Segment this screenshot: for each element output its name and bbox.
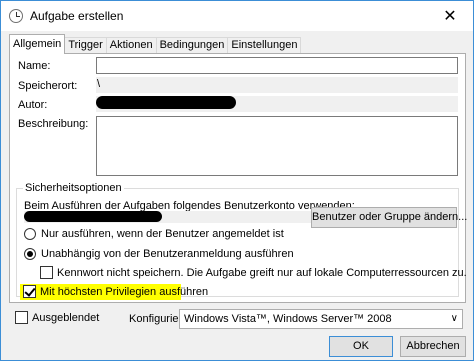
ok-button[interactable]: OK — [329, 336, 393, 357]
hidden-label: Ausgeblendet — [32, 312, 100, 324]
hidden-checkbox[interactable] — [15, 311, 28, 324]
account-redaction — [24, 211, 162, 222]
name-label: Name: — [18, 60, 51, 72]
close-icon: ✕ — [443, 8, 457, 25]
task-dialog: Aufgabe erstellen ✕ Allgemein Trigger Ak… — [0, 0, 474, 361]
no-store-password-label: Kennwort nicht speichern. Die Aufgabe gr… — [57, 267, 467, 279]
description-textarea[interactable] — [96, 116, 458, 176]
cancel-button[interactable]: Abbrechen — [400, 336, 466, 357]
configure-select-value: Windows Vista™, Windows Server™ 2008 — [184, 313, 392, 325]
chevron-down-icon: ∨ — [450, 313, 458, 324]
configure-select[interactable]: Windows Vista™, Windows Server™ 2008 ∨ — [179, 309, 463, 329]
radio-whether-logged-on[interactable] — [24, 248, 36, 260]
tab-trigger[interactable]: Trigger — [64, 37, 107, 54]
security-options-legend: Sicherheitsoptionen — [25, 182, 122, 194]
tab-strip: Allgemein Trigger Aktionen Bedingungen E… — [9, 34, 302, 54]
location-value: \ — [97, 78, 101, 90]
radio-logged-on[interactable] — [24, 228, 36, 240]
location-label: Speicherort: — [18, 80, 78, 92]
change-user-button[interactable]: Benutzer oder Gruppe ändern... — [311, 207, 467, 228]
no-store-password-checkbox[interactable] — [40, 266, 53, 279]
title-bar: Aufgabe erstellen ✕ — [1, 1, 473, 31]
tab-settings[interactable]: Einstellungen — [227, 37, 302, 54]
general-panel: Name: Speicherort: \ Autor: Beschreibung… — [9, 53, 467, 303]
radio-logged-on-label: Nur ausführen, wenn der Benutzer angemel… — [41, 228, 284, 240]
account-field — [24, 211, 311, 223]
clock-icon — [9, 9, 23, 23]
tab-actions[interactable]: Aktionen — [105, 37, 157, 54]
author-redaction — [96, 96, 236, 109]
close-button[interactable]: ✕ — [427, 1, 473, 31]
tab-general[interactable]: Allgemein — [9, 34, 66, 54]
highest-privileges-checkbox[interactable] — [23, 285, 36, 298]
window-title: Aufgabe erstellen — [30, 9, 124, 23]
description-label: Beschreibung: — [18, 118, 89, 130]
highest-privileges-label: Mit höchsten Privilegien ausführen — [40, 286, 209, 298]
author-label: Autor: — [18, 99, 48, 111]
location-field: \ — [96, 77, 458, 93]
radio-whether-logged-on-label: Unabhängig von der Benutzeranmeldung aus… — [41, 248, 294, 260]
name-input[interactable] — [96, 57, 458, 74]
tab-conditions[interactable]: Bedingungen — [155, 37, 229, 54]
author-field — [96, 96, 458, 112]
